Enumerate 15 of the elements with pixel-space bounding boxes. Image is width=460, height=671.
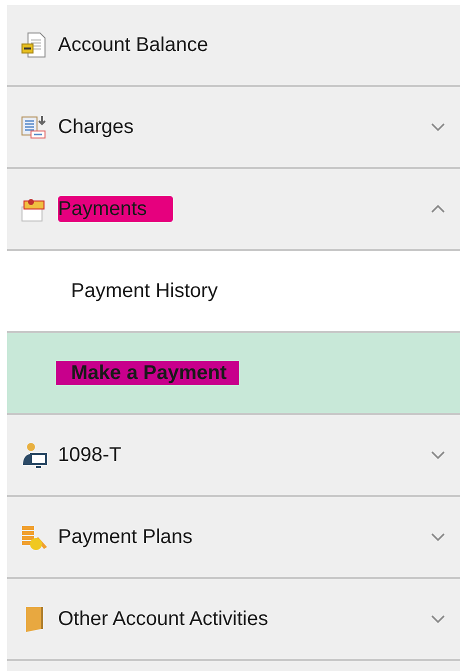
document-icon	[20, 31, 48, 59]
coins-icon	[20, 523, 48, 551]
chevron-icon[interactable]	[430, 614, 446, 624]
menu-item[interactable]: Charges	[7, 87, 460, 169]
menu-item[interactable]: 1098-T	[7, 415, 460, 497]
list-icon	[20, 113, 48, 141]
chevron-icon[interactable]	[430, 204, 446, 214]
menu-item[interactable]: Account Balance	[7, 5, 460, 87]
menu-item[interactable]: Payments	[7, 169, 460, 251]
menu-item[interactable]: Payment Plans	[7, 497, 460, 579]
chevron-icon[interactable]	[430, 450, 446, 460]
chevron-icon[interactable]	[430, 532, 446, 542]
chevron-icon[interactable]	[430, 122, 446, 132]
menu-item[interactable]: Other Account Activities	[7, 579, 460, 661]
user-computer-icon	[20, 441, 48, 469]
